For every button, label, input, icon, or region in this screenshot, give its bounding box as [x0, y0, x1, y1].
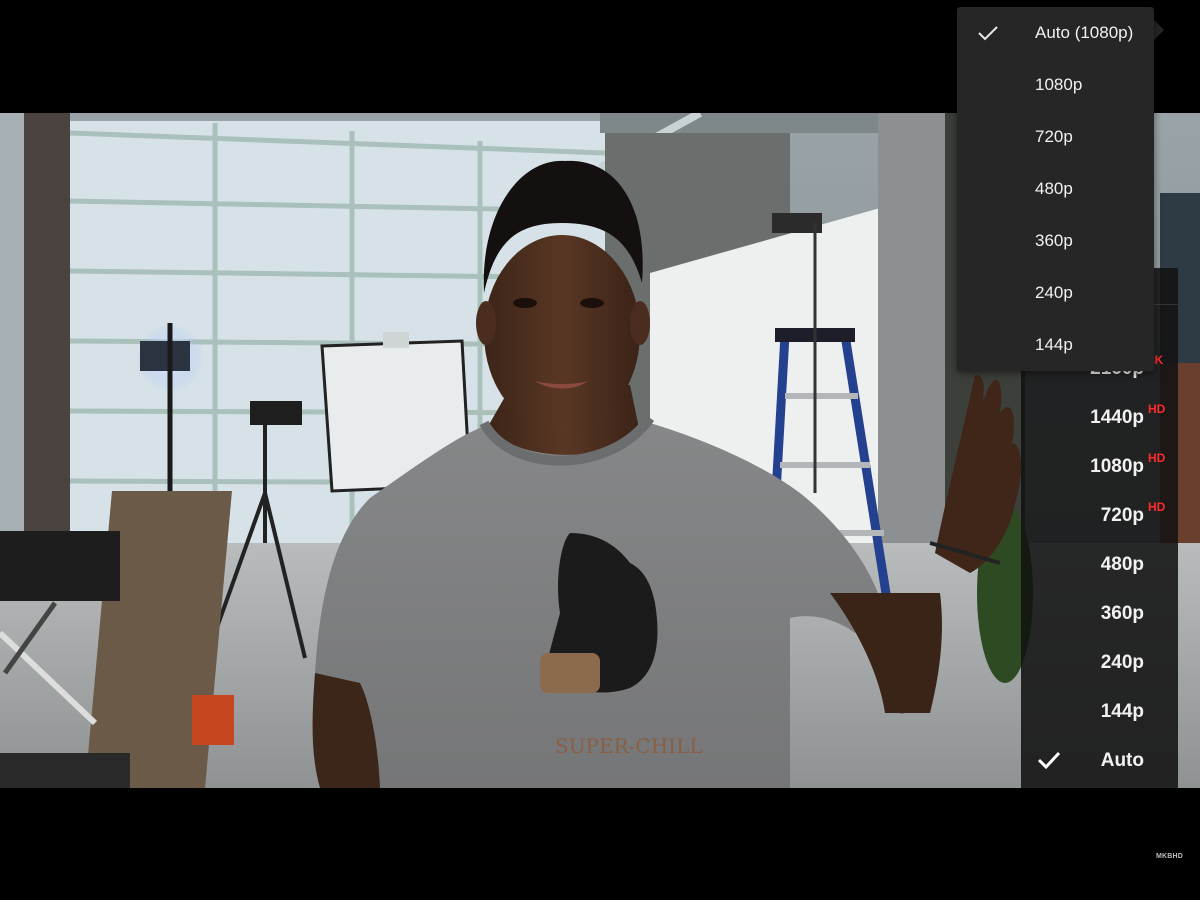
quality-option-label: 720p: [1035, 127, 1073, 146]
quality-option-240p[interactable]: 240p: [957, 267, 1154, 319]
quality-option-144p[interactable]: 144p: [957, 319, 1154, 371]
quality-option-label: 1440p: [1090, 407, 1144, 428]
shirt-text: SUPER-CHILL: [555, 734, 703, 758]
quality-option-label: 480p: [1100, 554, 1144, 575]
quality-option-auto[interactable]: Auto: [1021, 737, 1178, 786]
quality-option-label: 240p: [1100, 652, 1144, 673]
quality-option-label: 480p: [1035, 179, 1073, 198]
quality-option-label: 360p: [1100, 603, 1144, 624]
quality-option-480p[interactable]: 480p: [957, 163, 1154, 215]
quality-badge: HD: [1148, 402, 1166, 416]
check-icon: [978, 26, 998, 41]
quality-option-label: Auto (1080p): [1035, 23, 1134, 42]
quality-option-label: 360p: [1035, 231, 1073, 250]
quality-option-auto-1080p[interactable]: Auto (1080p): [957, 7, 1154, 59]
quality-badge: HD: [1148, 451, 1166, 465]
popup-arrow: [1154, 20, 1164, 40]
quality-option-360p[interactable]: 360p: [957, 215, 1154, 267]
quality-option-240p[interactable]: 240p: [1021, 639, 1178, 688]
channel-watermark: MKBHD: [1156, 853, 1184, 860]
quality-option-label: 720p: [1100, 505, 1144, 526]
quality-option-1080p[interactable]: 1080p: [957, 59, 1154, 111]
quality-option-label: 144p: [1100, 701, 1144, 722]
quality-option-label: 1080p: [1090, 456, 1144, 477]
video-player-screen: SUPER-CHILL 2160p 4K 1440p HD 1080p HD 7…: [0, 0, 1200, 900]
quality-option-144p[interactable]: 144p: [1021, 688, 1178, 737]
quality-option-360p[interactable]: 360p: [1021, 590, 1178, 639]
quality-option-720p[interactable]: 720p: [957, 111, 1154, 163]
quality-option-label: 144p: [1035, 335, 1073, 354]
quality-option-1440p[interactable]: 1440p HD: [1021, 394, 1178, 443]
quality-option-label: 1080p: [1035, 75, 1083, 94]
quality-option-720p[interactable]: 720p HD: [1021, 492, 1178, 541]
quality-option-1080p[interactable]: 1080p HD: [1021, 443, 1178, 492]
quality-popup-menu: Auto (1080p) 1080p 720p 480p 360p 240p 1…: [957, 7, 1154, 371]
quality-option-label: 240p: [1035, 283, 1073, 302]
quality-option-480p[interactable]: 480p: [1021, 541, 1178, 590]
quality-badge: HD: [1148, 500, 1166, 514]
quality-option-label: Auto: [1100, 750, 1144, 771]
check-icon: [1037, 751, 1061, 770]
